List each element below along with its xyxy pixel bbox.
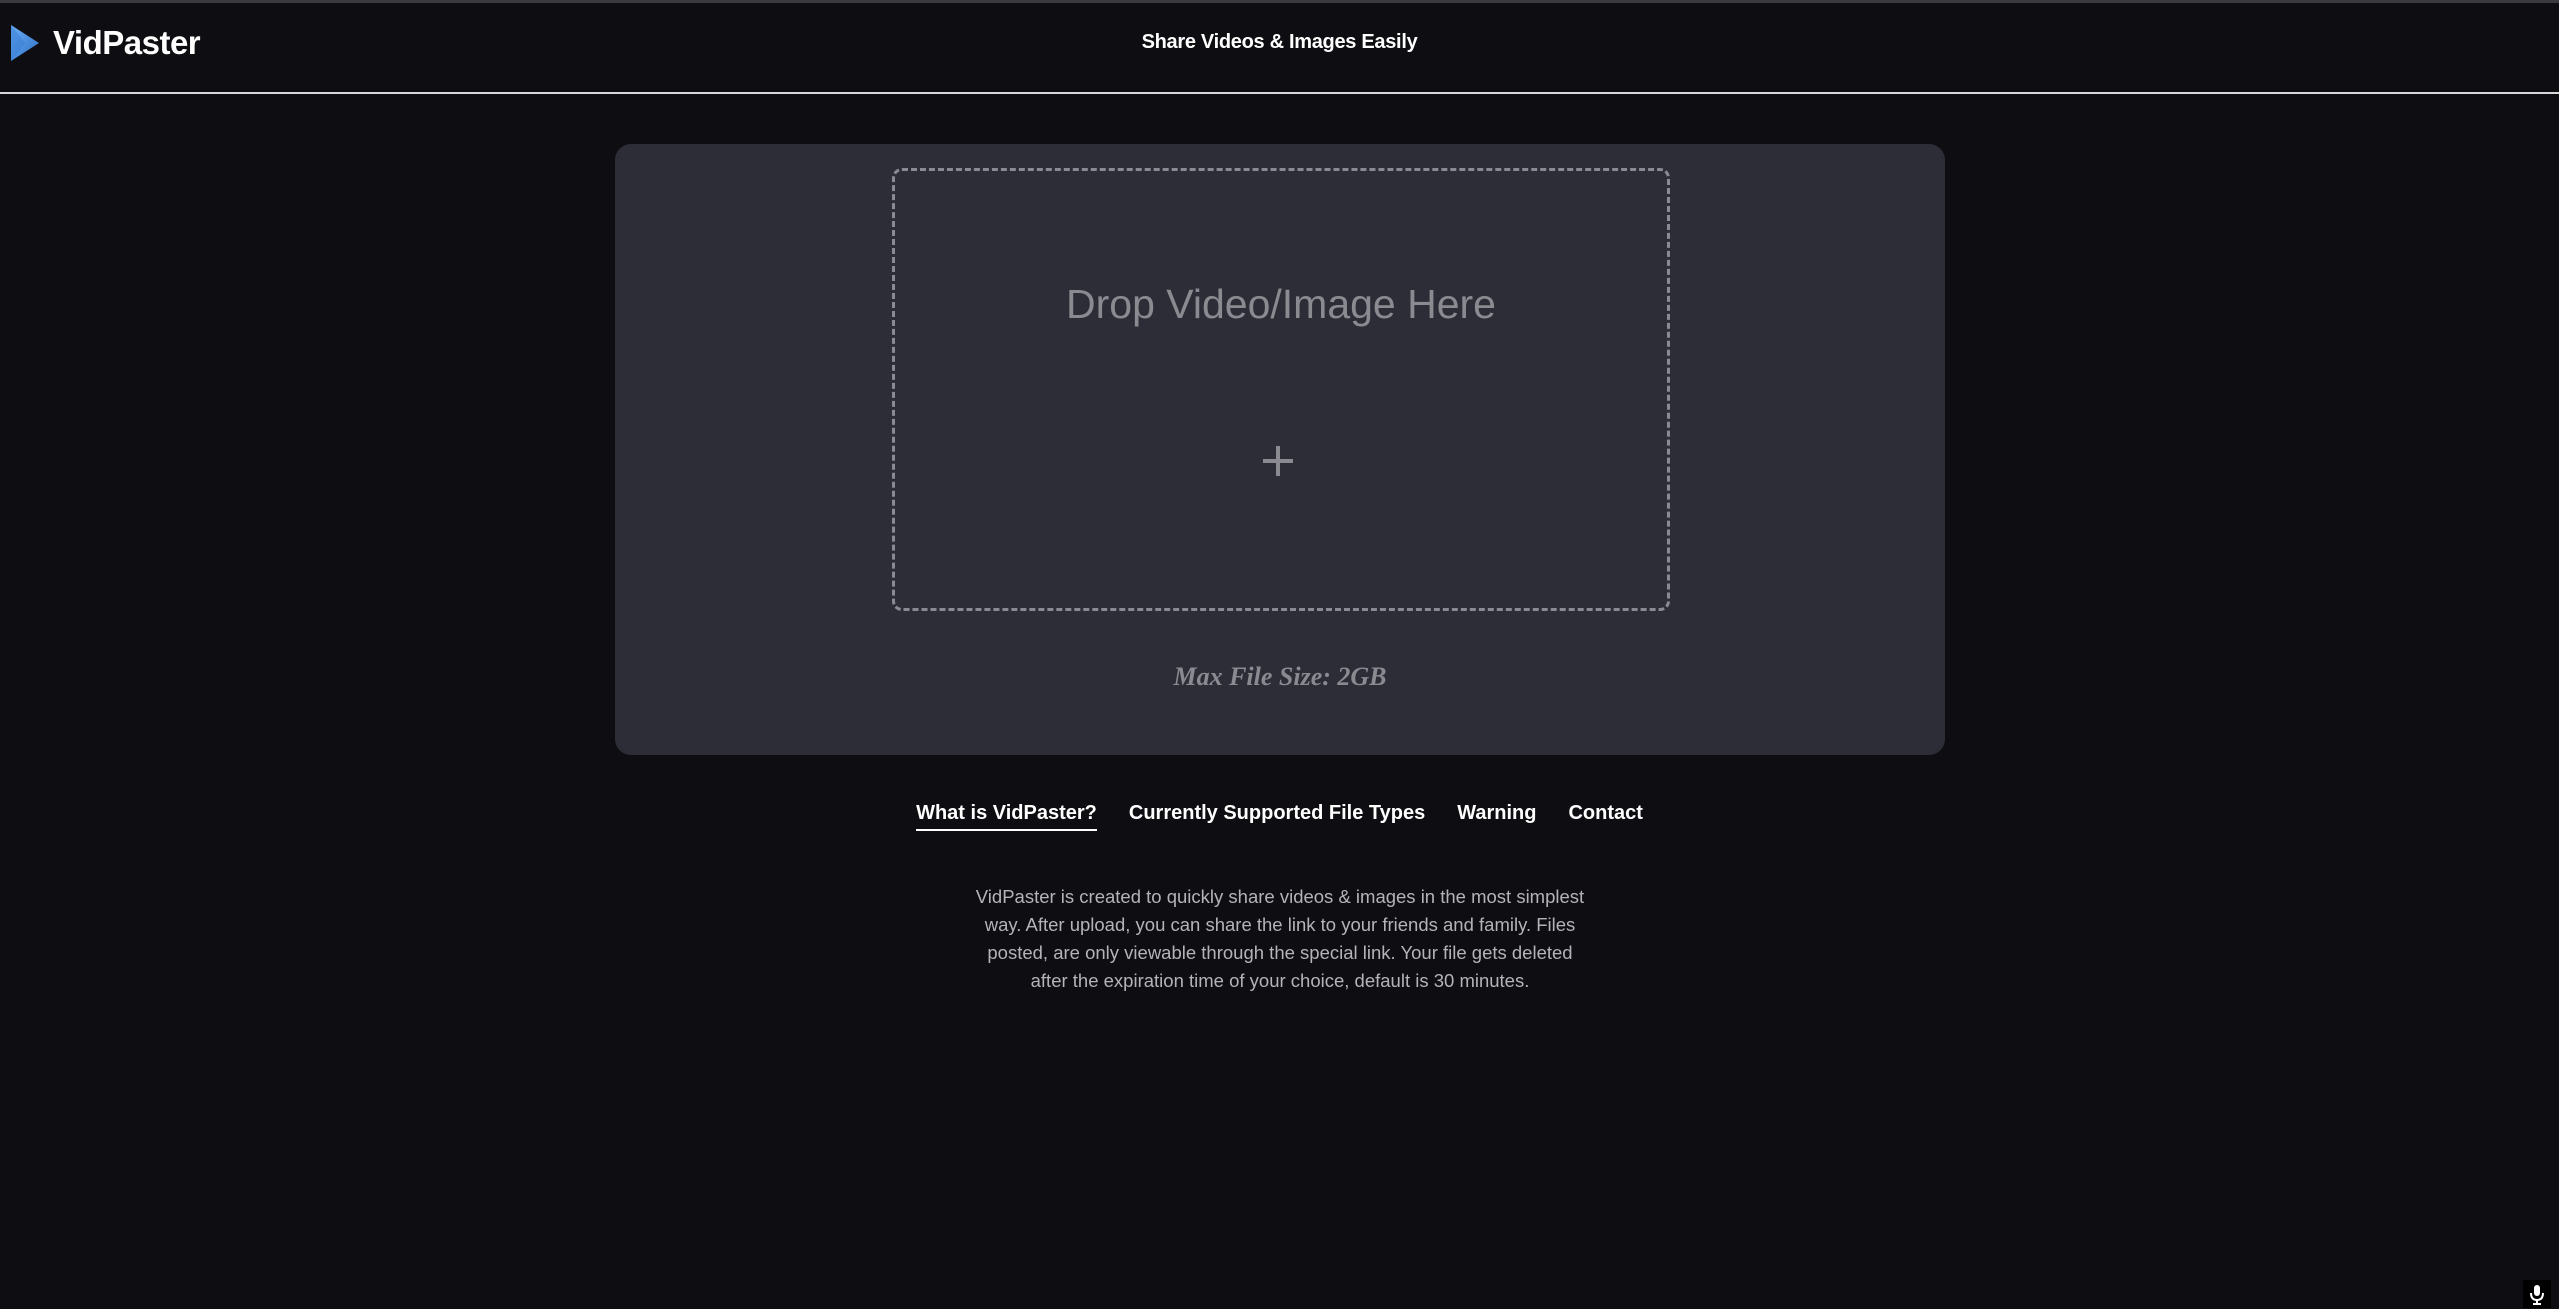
microphone-button[interactable] — [2523, 1280, 2551, 1308]
microphone-icon — [2530, 1285, 2544, 1305]
drop-label: Drop Video/Image Here — [1066, 281, 1496, 327]
upload-card: Drop Video/Image Here Max File Size: 2GB — [615, 144, 1945, 755]
file-dropzone[interactable]: Drop Video/Image Here — [892, 168, 1670, 611]
info-tabs: What is VidPaster? Currently Supported F… — [0, 802, 2559, 831]
tab-what-is-vidpaster[interactable]: What is VidPaster? — [916, 802, 1097, 831]
tab-contact[interactable]: Contact — [1568, 802, 1642, 831]
plus-icon[interactable] — [1263, 446, 1293, 476]
header: VidPaster Share Videos & Images Easily — [0, 3, 2559, 94]
max-file-size: Max File Size: 2GB — [1173, 662, 1387, 691]
tab-warning[interactable]: Warning — [1457, 802, 1536, 831]
tab-description: VidPaster is created to quickly share vi… — [975, 885, 1585, 991]
tab-supported-file-types[interactable]: Currently Supported File Types — [1129, 802, 1425, 831]
tagline: Share Videos & Images Easily — [1141, 31, 1418, 53]
